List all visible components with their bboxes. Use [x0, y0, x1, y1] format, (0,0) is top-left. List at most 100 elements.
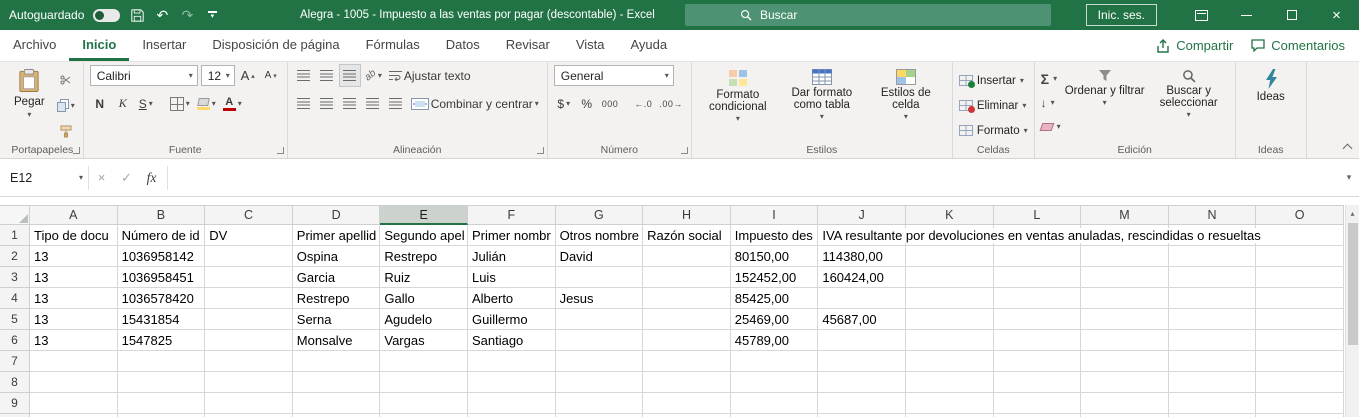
cell-H9[interactable]	[643, 393, 731, 414]
merge-center-button[interactable]: Combinar y centrar ▾	[409, 93, 541, 114]
cell-J5[interactable]: 45687,00	[818, 309, 906, 330]
column-header-N[interactable]: N	[1168, 205, 1257, 225]
cell-O6[interactable]	[1256, 330, 1344, 351]
dialog-launcher-icon[interactable]	[680, 147, 688, 154]
cell-D2[interactable]: Ospina	[292, 246, 381, 267]
cell-E4[interactable]: Gallo	[380, 288, 468, 309]
cell-A1[interactable]: Tipo de docu	[30, 225, 118, 246]
cell-F9[interactable]	[467, 393, 556, 414]
tab-vista[interactable]: Vista	[563, 30, 618, 61]
conditional-formatting-button[interactable]: Formato condicional ▾	[698, 65, 778, 142]
cell-H2[interactable]	[643, 246, 731, 267]
cell-I5[interactable]: 25469,00	[730, 309, 819, 330]
cell-H4[interactable]	[643, 288, 731, 309]
cell-F3[interactable]: Luis	[467, 267, 556, 288]
format-cells-button[interactable]: Formato ▾	[958, 120, 1028, 141]
sort-filter-button[interactable]: Ordenar y filtrar ▾	[1065, 65, 1145, 142]
cell-E7[interactable]	[380, 351, 468, 372]
cell-O3[interactable]	[1256, 267, 1344, 288]
decrease-indent-button[interactable]	[363, 93, 383, 114]
copy-button[interactable]: ▾	[55, 95, 77, 116]
formula-input[interactable]	[167, 165, 1339, 190]
cell-L8[interactable]	[993, 372, 1082, 393]
cell-F5[interactable]: Guillermo	[467, 309, 556, 330]
cell-M9[interactable]	[1081, 393, 1169, 414]
fill-button[interactable]: ↓ ▾	[1041, 92, 1061, 113]
search-box[interactable]: Buscar	[685, 4, 1051, 26]
dialog-launcher-icon[interactable]	[276, 147, 284, 154]
column-header-F[interactable]: F	[467, 205, 556, 225]
cell-C2[interactable]	[205, 246, 293, 267]
autosum-button[interactable]: Σ ▾	[1041, 68, 1061, 89]
cell-I3[interactable]: 152452,00	[730, 267, 819, 288]
cell-I6[interactable]: 45789,00	[730, 330, 819, 351]
cell-G6[interactable]	[555, 330, 644, 351]
cell-D5[interactable]: Serna	[292, 309, 381, 330]
cell-A3[interactable]: 13	[30, 267, 118, 288]
column-header-K[interactable]: K	[905, 205, 994, 225]
paste-button[interactable]: Pegar ▾	[8, 65, 51, 142]
cell-B2[interactable]: 1036958142	[117, 246, 206, 267]
cell-M7[interactable]	[1081, 351, 1169, 372]
cell-N3[interactable]	[1168, 267, 1257, 288]
format-painter-button[interactable]	[55, 121, 77, 142]
vertical-scrollbar[interactable]: ▴	[1345, 205, 1359, 417]
cell-H6[interactable]	[643, 330, 731, 351]
cell-F7[interactable]	[467, 351, 556, 372]
cell-N5[interactable]	[1168, 309, 1257, 330]
cell-K7[interactable]	[905, 351, 994, 372]
cell-H5[interactable]	[643, 309, 731, 330]
cell-I8[interactable]	[730, 372, 819, 393]
increase-font-button[interactable]: A ▴	[238, 65, 258, 86]
cell-styles-button[interactable]: Estilos de celda ▾	[866, 65, 946, 142]
cell-B4[interactable]: 1036578420	[117, 288, 206, 309]
cell-K6[interactable]	[905, 330, 994, 351]
decrease-decimal-button[interactable]: .00→	[657, 93, 685, 114]
borders-button[interactable]: ▾	[168, 93, 192, 114]
column-header-C[interactable]: C	[205, 205, 293, 225]
column-header-B[interactable]: B	[117, 205, 206, 225]
customize-toolbar-button[interactable]: ▾	[204, 4, 220, 26]
share-button[interactable]: Compartir	[1156, 38, 1233, 53]
cell-B9[interactable]	[117, 393, 206, 414]
find-select-button[interactable]: Buscar y seleccionar ▾	[1149, 65, 1229, 142]
delete-cells-button[interactable]: Eliminar ▾	[958, 95, 1028, 116]
column-header-O[interactable]: O	[1256, 205, 1344, 225]
minimize-button[interactable]	[1224, 0, 1269, 30]
close-button[interactable]: ×	[1314, 0, 1359, 30]
column-header-M[interactable]: M	[1081, 205, 1169, 225]
currency-format-button[interactable]: $ ▾	[554, 93, 574, 114]
font-name-select[interactable]: Calibri ▾	[89, 65, 198, 86]
cell-E1[interactable]: Segundo apel	[380, 225, 468, 246]
redo-button[interactable]: ↷	[179, 4, 195, 26]
row-header-2[interactable]: 2	[0, 246, 30, 267]
cell-A8[interactable]	[30, 372, 118, 393]
enter-button[interactable]: ✓	[114, 166, 139, 190]
cell-M6[interactable]	[1081, 330, 1169, 351]
ideas-button[interactable]: Ideas	[1242, 65, 1300, 142]
bold-button[interactable]: N	[90, 93, 110, 114]
row-header-8[interactable]: 8	[0, 372, 30, 393]
cell-C4[interactable]	[205, 288, 293, 309]
cell-O4[interactable]	[1256, 288, 1344, 309]
cell-H8[interactable]	[643, 372, 731, 393]
cell-O9[interactable]	[1256, 393, 1344, 414]
comments-button[interactable]: Comentarios	[1251, 38, 1345, 53]
cell-D4[interactable]: Restrepo	[292, 288, 381, 309]
row-header-7[interactable]: 7	[0, 351, 30, 372]
cell-K2[interactable]	[905, 246, 994, 267]
cell-N7[interactable]	[1168, 351, 1257, 372]
cell-A7[interactable]	[30, 351, 118, 372]
cell-L4[interactable]	[993, 288, 1082, 309]
cell-C7[interactable]	[205, 351, 293, 372]
cell-D8[interactable]	[292, 372, 381, 393]
cell-L3[interactable]	[993, 267, 1082, 288]
scrollbar-thumb[interactable]	[1347, 223, 1358, 345]
row-header-3[interactable]: 3	[0, 267, 30, 288]
valign-bottom-button[interactable]	[338, 64, 361, 87]
tab-insertar[interactable]: Insertar	[129, 30, 199, 61]
row-header-1[interactable]: 1	[0, 225, 30, 246]
cell-C9[interactable]	[205, 393, 293, 414]
cell-M5[interactable]	[1081, 309, 1169, 330]
cell-N6[interactable]	[1168, 330, 1257, 351]
